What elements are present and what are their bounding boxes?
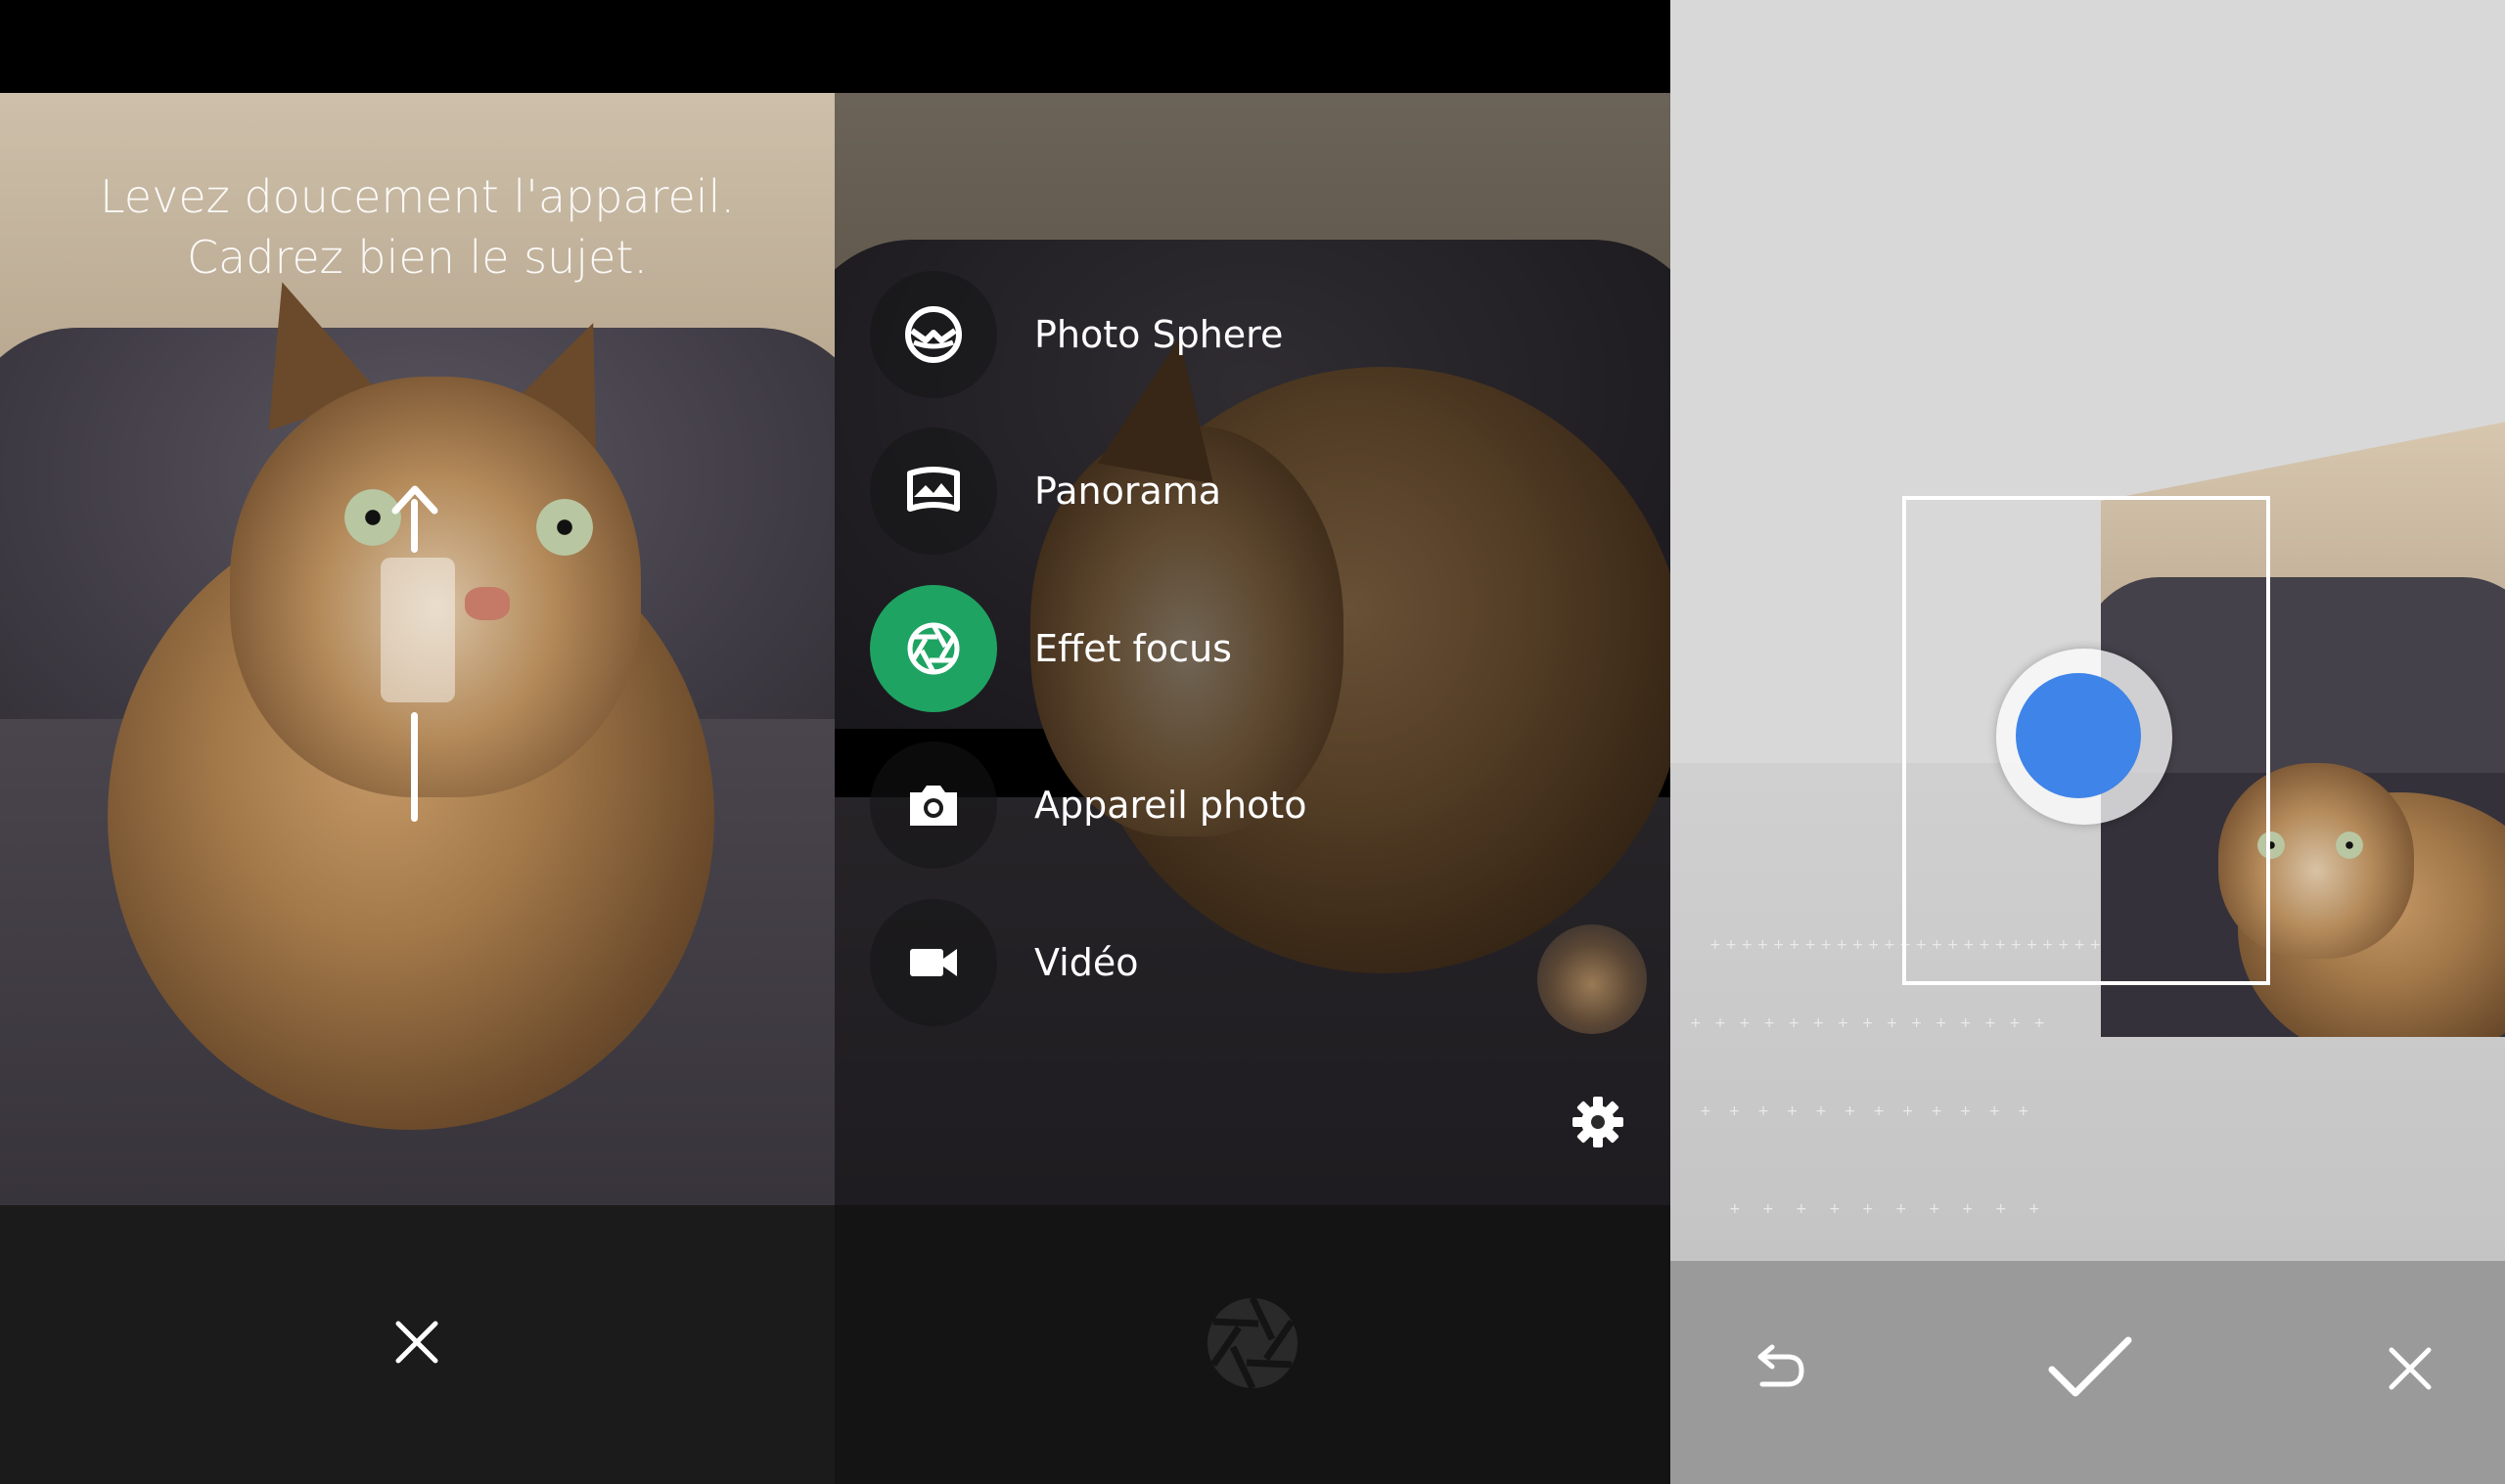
bottom-bar (835, 1205, 1670, 1484)
undo-button[interactable] (1729, 1320, 1827, 1417)
svg-text:+ + + + + +: + + + + + + + + + + + + (1700, 1103, 2029, 1119)
svg-text:+ + + + +: + + + + + + + + + + (1729, 1201, 2040, 1217)
arrow-up-icon (391, 485, 438, 515)
bottom-bar (1670, 1261, 2505, 1484)
mode-item-photo-sphere[interactable]: Photo Sphere (870, 271, 1283, 398)
cancel-button[interactable] (368, 1293, 466, 1391)
close-icon (2389, 1347, 2432, 1390)
aperture-icon (907, 622, 960, 675)
mode-label: Appareil photo (1034, 784, 1307, 827)
capture-hint: Levez doucement l'appareil. Cadrez bien … (0, 166, 835, 288)
svg-text:+ + + + + + + +: + + + + + + + + + + + + + + + (1690, 1015, 2045, 1031)
close-icon (395, 1321, 438, 1364)
gear-icon[interactable] (1569, 1093, 1627, 1151)
photo-sphere-icon (905, 306, 962, 363)
cancel-button[interactable] (2361, 1320, 2459, 1417)
mode-label: Effet focus (1034, 627, 1232, 670)
photo-sphere-panel: + + + + + + + + + + + + + + + + + + + + … (1670, 0, 2505, 1484)
camera-icon (910, 786, 957, 826)
confirm-button[interactable] (2036, 1315, 2144, 1422)
video-icon (910, 949, 957, 976)
undo-icon (1757, 1344, 1804, 1387)
focus-guide-panel: Levez doucement l'appareil. Cadrez bien … (0, 0, 835, 1484)
aperture-icon (1207, 1296, 1298, 1390)
bottom-bar (0, 1205, 835, 1484)
gallery-thumbnail[interactable] (1537, 924, 1647, 1034)
mode-item-video[interactable]: Vidéo (870, 899, 1138, 1026)
check-icon (2048, 1336, 2132, 1397)
hint-line-1: Levez doucement l'appareil. (99, 170, 735, 223)
panorama-icon (907, 467, 960, 512)
target-dot (2016, 673, 2141, 798)
mode-label: Photo Sphere (1034, 313, 1284, 356)
tilt-indicator (381, 558, 455, 702)
mode-label: Panorama (1034, 470, 1222, 513)
mode-menu-panel: Photo Sphere Panorama Effet focus Appare… (835, 0, 1670, 1484)
mode-item-panorama[interactable]: Panorama (870, 427, 1221, 555)
mode-label: Vidéo (1034, 941, 1139, 984)
tilt-guide-bottom (411, 712, 418, 822)
shutter-button[interactable] (1198, 1288, 1307, 1398)
hint-line-2: Cadrez bien le sujet. (186, 231, 649, 284)
mode-item-appareil-photo[interactable]: Appareil photo (870, 742, 1307, 869)
mode-item-effet-focus[interactable]: Effet focus (870, 585, 1232, 712)
